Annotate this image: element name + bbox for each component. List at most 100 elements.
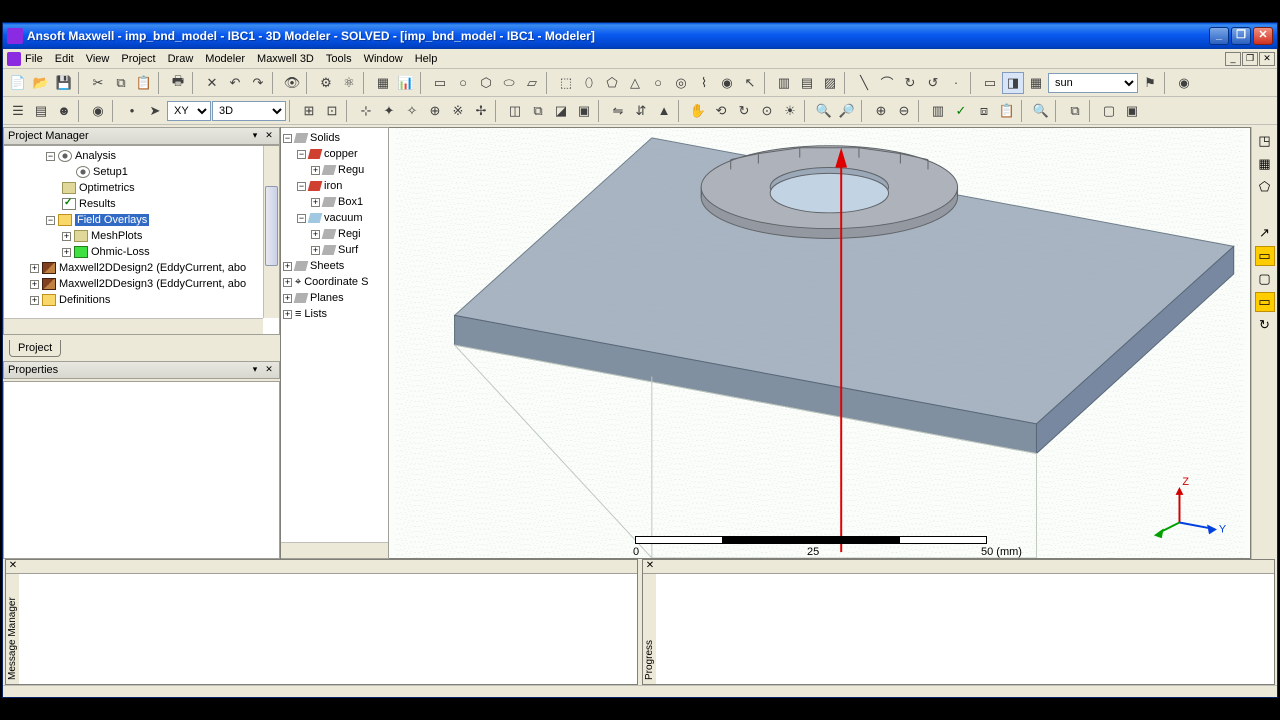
plane-select[interactable]: XY bbox=[167, 101, 211, 121]
copy-button[interactable]: ⧉ bbox=[110, 72, 132, 94]
panel-pin-button[interactable]: ▾ bbox=[249, 130, 261, 142]
minimize-button[interactable]: _ bbox=[1209, 27, 1229, 45]
menu-file[interactable]: File bbox=[5, 51, 49, 67]
tree-scrollbar-h[interactable] bbox=[4, 318, 263, 334]
snap4-button[interactable]: ⊕ bbox=[424, 100, 446, 122]
tree-button[interactable]: ☰ bbox=[7, 100, 29, 122]
menu-edit[interactable]: Edit bbox=[49, 51, 80, 67]
mt-vacuum[interactable]: vacuum bbox=[324, 212, 363, 224]
tree-field-overlays[interactable]: Field Overlays bbox=[75, 214, 149, 226]
light-button[interactable]: ☀ bbox=[779, 100, 801, 122]
mt-sheets[interactable]: Sheets bbox=[310, 260, 344, 272]
spin-button[interactable]: ⊙ bbox=[756, 100, 778, 122]
tree-results[interactable]: Results bbox=[79, 198, 116, 210]
mdi-restore-button[interactable]: ❐ bbox=[1242, 52, 1258, 66]
rt-shape-icon[interactable]: ⬠ bbox=[1255, 177, 1275, 197]
bool3-button[interactable]: ◪ bbox=[550, 100, 572, 122]
menu-view[interactable]: View bbox=[80, 51, 116, 67]
solve-button[interactable]: ⚙ bbox=[315, 72, 337, 94]
mdi-minimize-button[interactable]: _ bbox=[1225, 52, 1241, 66]
cone-icon[interactable]: △ bbox=[624, 72, 646, 94]
edge-select-button[interactable]: ▦ bbox=[1025, 72, 1047, 94]
polygon-icon[interactable]: ⬡ bbox=[475, 72, 497, 94]
rt-grid-icon[interactable]: ▦ bbox=[1255, 154, 1275, 174]
mt-planes[interactable]: Planes bbox=[310, 292, 344, 304]
mt-box1[interactable]: Box1 bbox=[338, 196, 363, 208]
orbit-button[interactable]: ↻ bbox=[733, 100, 755, 122]
cube-icon[interactable]: ⬚ bbox=[555, 72, 577, 94]
menu-help[interactable]: Help bbox=[409, 51, 444, 67]
bool2-button[interactable]: ⧉ bbox=[527, 100, 549, 122]
tree-optimetrics[interactable]: Optimetrics bbox=[79, 182, 135, 194]
cylinder-icon[interactable]: ⬯ bbox=[578, 72, 600, 94]
snap1-button[interactable]: ⊹ bbox=[355, 100, 377, 122]
tree-design2[interactable]: Maxwell2DDesign2 (EddyCurrent, abo bbox=[59, 262, 246, 274]
spiral-icon[interactable]: ◉ bbox=[716, 72, 738, 94]
tree-definitions[interactable]: Definitions bbox=[59, 294, 110, 306]
mesh-button[interactable]: ▦ bbox=[372, 72, 394, 94]
nav1-button[interactable]: ◉ bbox=[87, 100, 109, 122]
chart3-button[interactable]: ▨ bbox=[819, 72, 841, 94]
new-button[interactable]: 📄 bbox=[7, 72, 29, 94]
cut-button[interactable]: ✂ bbox=[87, 72, 109, 94]
ellipse-icon[interactable]: ⬭ bbox=[498, 72, 520, 94]
menu-project[interactable]: Project bbox=[115, 51, 161, 67]
helix-icon[interactable]: ⌇ bbox=[693, 72, 715, 94]
delete-button[interactable]: ✕ bbox=[201, 72, 223, 94]
snap6-button[interactable]: ✢ bbox=[470, 100, 492, 122]
pointer-icon[interactable]: ↖ bbox=[739, 72, 761, 94]
rt-refresh-icon[interactable]: ↻ bbox=[1255, 315, 1275, 335]
project-tab[interactable]: Project bbox=[9, 340, 61, 357]
dot-icon[interactable]: • bbox=[121, 100, 143, 122]
rt-mid-button[interactable]: ▢ bbox=[1255, 269, 1275, 289]
paste-button[interactable]: 📋 bbox=[133, 72, 155, 94]
mt-lists[interactable]: Lists bbox=[304, 308, 327, 320]
close-button[interactable]: ✕ bbox=[1253, 27, 1273, 45]
view1-button[interactable]: ▢ bbox=[1098, 100, 1120, 122]
tree-setup1[interactable]: Setup1 bbox=[93, 166, 128, 178]
mirror3-button[interactable]: ▲ bbox=[653, 100, 675, 122]
user-button[interactable]: ☻ bbox=[53, 100, 75, 122]
report-button[interactable]: 📊 bbox=[395, 72, 417, 94]
props-close-button[interactable]: ✕ bbox=[263, 364, 275, 376]
bool1-button[interactable]: ◫ bbox=[504, 100, 526, 122]
menu-maxwell3d[interactable]: Maxwell 3D bbox=[251, 51, 320, 67]
panel-close-button[interactable]: ✕ bbox=[263, 130, 275, 142]
maximize-button[interactable]: ❐ bbox=[1231, 27, 1251, 45]
prism-icon[interactable]: ⬠ bbox=[601, 72, 623, 94]
tree-meshplots[interactable]: MeshPlots bbox=[91, 230, 142, 242]
redo-button[interactable]: ↷ bbox=[247, 72, 269, 94]
chart2-button[interactable]: ▤ bbox=[796, 72, 818, 94]
spline2-icon[interactable]: ↺ bbox=[922, 72, 944, 94]
bool4-button[interactable]: ▣ bbox=[573, 100, 595, 122]
mt-regu[interactable]: Regu bbox=[338, 164, 364, 176]
menu-modeler[interactable]: Modeler bbox=[199, 51, 251, 67]
opt3-button[interactable]: ⧈ bbox=[973, 100, 995, 122]
tree-design3[interactable]: Maxwell2DDesign3 (EddyCurrent, abo bbox=[59, 278, 246, 290]
prog-close-button[interactable]: ✕ bbox=[643, 560, 657, 573]
mt-regi[interactable]: Regi bbox=[338, 228, 361, 240]
arc-icon[interactable]: ⌒ bbox=[876, 72, 898, 94]
spline1-icon[interactable]: ↻ bbox=[899, 72, 921, 94]
opt2-button[interactable]: ✓ bbox=[950, 100, 972, 122]
analyze-button[interactable]: ⚛ bbox=[338, 72, 360, 94]
opt4-button[interactable]: 📋 bbox=[996, 100, 1018, 122]
view2-button[interactable]: ▣ bbox=[1121, 100, 1143, 122]
validate-button[interactable]: 👁 bbox=[281, 72, 303, 94]
msg-close-button[interactable]: ✕ bbox=[6, 560, 20, 573]
menu-window[interactable]: Window bbox=[358, 51, 409, 67]
win2-button[interactable]: ⊡ bbox=[321, 100, 343, 122]
model-tree-scrollbar-h[interactable] bbox=[281, 542, 388, 558]
circle-icon[interactable]: ○ bbox=[452, 72, 474, 94]
snap5-button[interactable]: ※ bbox=[447, 100, 469, 122]
snap2-button[interactable]: ✦ bbox=[378, 100, 400, 122]
mdi-close-button[interactable]: ✕ bbox=[1259, 52, 1275, 66]
stack-button[interactable]: ⧉ bbox=[1064, 100, 1086, 122]
zoom1-button[interactable]: ⊕ bbox=[870, 100, 892, 122]
shade-select[interactable]: sun bbox=[1048, 73, 1138, 93]
mt-coords[interactable]: Coordinate S bbox=[304, 276, 368, 288]
zoom2-button[interactable]: ⊖ bbox=[893, 100, 915, 122]
props-pin-button[interactable]: ▾ bbox=[249, 364, 261, 376]
mt-surf[interactable]: Surf bbox=[338, 244, 358, 256]
point-icon[interactable]: · bbox=[945, 72, 967, 94]
